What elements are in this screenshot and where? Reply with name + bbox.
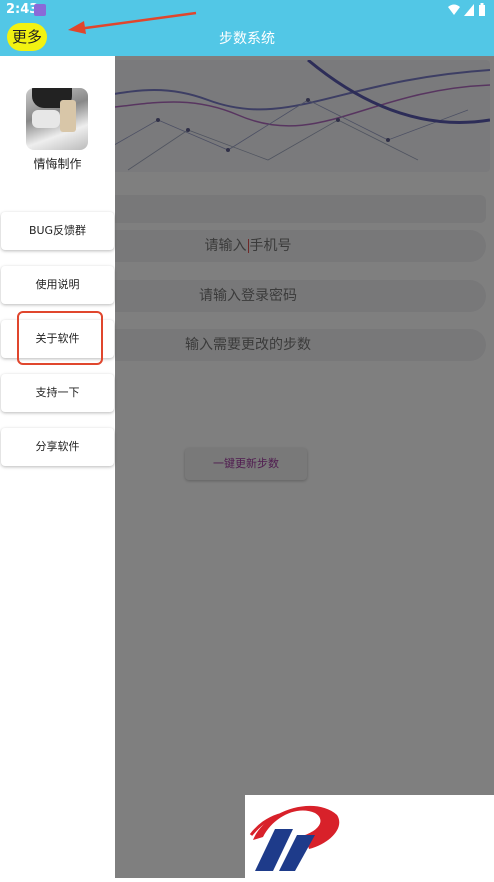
wifi-icon [448, 4, 460, 15]
menu-item-support[interactable]: 支持一下 [1, 374, 114, 412]
navigation-drawer: 情悔制作 BUG反馈群 使用说明 关于软件 支持一下 分享软件 [0, 56, 115, 878]
avatar [26, 88, 88, 150]
battery-icon [479, 3, 485, 16]
avatar-phone [60, 100, 76, 132]
author-name: 情悔制作 [33, 157, 82, 171]
annotation-highlight-box [17, 311, 103, 365]
menu-item-bug-feedback[interactable]: BUG反馈群 [1, 212, 114, 250]
annotation-arrow-icon [68, 11, 197, 34]
watermark-logo [245, 795, 494, 878]
app-notification-icon [34, 4, 46, 16]
signal-icon [464, 3, 474, 16]
brand-logo-icon [249, 805, 340, 871]
status-icons [448, 3, 486, 16]
menu-item-share[interactable]: 分享软件 [1, 428, 114, 466]
menu-item-instructions[interactable]: 使用说明 [1, 266, 114, 304]
more-button[interactable]: 更多 [7, 23, 47, 51]
avatar-mask [32, 110, 60, 128]
